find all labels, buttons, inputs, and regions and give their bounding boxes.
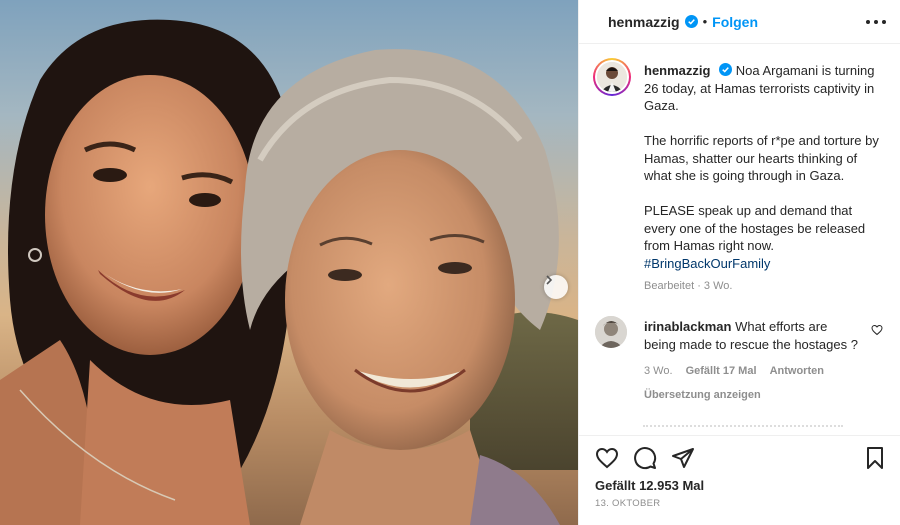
comment-likes[interactable]: Gefällt 17 Mal — [686, 365, 757, 377]
comment-actions: 3 Wo. Gefällt 17 Mal Antworten — [644, 363, 862, 381]
header-username[interactable]: henmazzig — [608, 14, 680, 30]
commenter-avatar[interactable] — [595, 316, 627, 348]
action-icons — [593, 446, 887, 472]
author-avatar[interactable] — [593, 58, 631, 96]
author-avatar-image — [597, 62, 627, 92]
caption-text: henmazzig Noa Argamani is turning 26 tod… — [644, 62, 884, 296]
caption-edited-time: Bearbeitet · 3 Wo. — [644, 280, 733, 292]
verified-badge-icon — [719, 63, 733, 76]
post-header: henmazzig • Folgen — [579, 0, 900, 44]
comment-icon[interactable] — [633, 446, 657, 470]
comment-heart-icon[interactable] — [871, 324, 883, 336]
heart-icon[interactable] — [595, 446, 619, 470]
post-photo[interactable] — [0, 0, 578, 525]
photo-illustration — [0, 19, 578, 525]
verified-badge-icon — [684, 15, 698, 28]
translate-button[interactable]: Übersetzung anzeigen — [644, 387, 862, 405]
reply-button[interactable]: Antworten — [770, 365, 824, 377]
chevron-right-icon — [546, 275, 553, 285]
like-count[interactable]: Gefällt 12.953 Mal — [595, 478, 704, 493]
bookmark-icon[interactable] — [863, 446, 887, 470]
caption-username[interactable]: henmazzig — [644, 63, 710, 78]
carousel-next-button[interactable] — [544, 275, 568, 299]
follow-button[interactable]: Folgen — [712, 14, 758, 30]
next-comment-cutoff — [643, 425, 843, 429]
caption-line-3: PLEASE speak up and demand that every on… — [644, 203, 866, 253]
comment-age: 3 Wo. — [644, 365, 673, 377]
post-actions-bar: Gefällt 12.953 Mal 13. OKTOBER — [579, 435, 900, 525]
hashtag-link[interactable]: #BringBackOurFamily — [644, 255, 884, 273]
post-sidebar: henmazzig • Folgen henmazzig Noa Argaman… — [578, 0, 900, 525]
share-icon[interactable] — [671, 446, 695, 470]
comment-text-block: irinablackman What efforts are being mad… — [644, 318, 862, 404]
more-options-icon[interactable] — [866, 13, 886, 31]
post-date: 13. OKTOBER — [595, 498, 661, 509]
header-separator: • — [702, 14, 708, 29]
commenter-username[interactable]: irinablackman — [644, 319, 731, 334]
caption-line-2: The horrific reports of r*pe and torture… — [644, 133, 879, 183]
